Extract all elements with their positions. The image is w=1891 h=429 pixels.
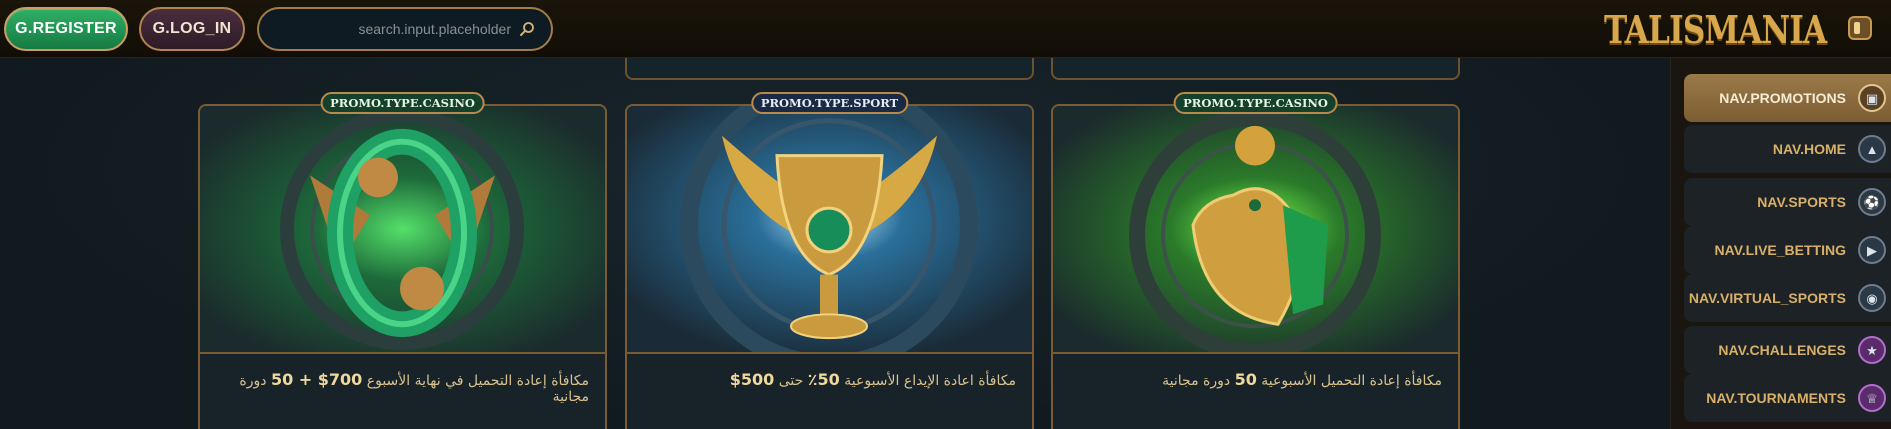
sidebar-item-promotions[interactable]: NAV.PROMOTIONS ▣ bbox=[1684, 74, 1891, 122]
promo-title: مكافأة اعادة الإيداع الأسبوعية 50٪ حتى 5… bbox=[729, 370, 1016, 389]
brand-logo[interactable]: TALISMANIA bbox=[1602, 4, 1832, 54]
promotions-grid: PROMO.TYPE.CASINO مكافأة إعادة التحميل ف… bbox=[0, 58, 1670, 429]
medal-icon: ★ bbox=[1858, 336, 1886, 364]
sidebar-item-sports[interactable]: NAV.SPORTS ⚽ bbox=[1684, 178, 1891, 226]
pyramid-icon: ▲ bbox=[1858, 135, 1886, 163]
promo-card[interactable]: PROMO.TYPE.SPORT مكافأة اعادة الإيداع ال… bbox=[625, 92, 1034, 429]
sidebar-item-home[interactable]: NAV.HOME ▲ bbox=[1684, 125, 1891, 173]
trophy-icon: ♕ bbox=[1858, 384, 1886, 412]
promo-image-falcon bbox=[1053, 106, 1458, 354]
promo-card[interactable]: PROMO.TYPE.CASINO مكافأة إعادة التحميل ف… bbox=[198, 92, 607, 429]
promo-image-serpent bbox=[200, 106, 605, 354]
search-icon[interactable] bbox=[519, 21, 535, 37]
sidebar-item-virtual-sports[interactable]: NAV.VIRTUAL_SPORTS ◉ bbox=[1684, 274, 1891, 322]
promo-type-badge: PROMO.TYPE.CASINO bbox=[320, 92, 485, 114]
promo-title: مكافأة إعادة التحميل الأسبوعية 50 دورة م… bbox=[1162, 370, 1442, 389]
register-button[interactable]: G.REGISTER bbox=[4, 7, 128, 51]
login-button[interactable]: G.LOG_IN bbox=[139, 7, 245, 51]
sidebar-nav: NAV.PROMOTIONS ▣ NAV.HOME ▲ NAV.SPORTS ⚽… bbox=[1670, 58, 1891, 429]
promo-card[interactable]: PROMO.TYPE.CASINO مكافأة إعادة التحميل ا… bbox=[1051, 92, 1460, 429]
promo-title: مكافأة إعادة التحميل في نهاية الأسبوع 70… bbox=[239, 370, 589, 405]
soccer-ball-icon: ⚽ bbox=[1858, 188, 1886, 216]
top-header: G.REGISTER G.LOG_IN TALISMANIA bbox=[0, 0, 1891, 58]
search-input[interactable] bbox=[281, 21, 511, 37]
previous-card-edge bbox=[625, 58, 1034, 80]
brand-name: TALISMANIA bbox=[1604, 6, 1827, 52]
sidebar-item-tournaments[interactable]: NAV.TOURNAMENTS ♕ bbox=[1684, 374, 1891, 422]
play-icon: ▶ bbox=[1858, 236, 1886, 264]
promo-type-badge: PROMO.TYPE.CASINO bbox=[1173, 92, 1338, 114]
gamepad-icon: ◉ bbox=[1858, 284, 1886, 312]
sidebar-toggle-button[interactable] bbox=[1848, 16, 1872, 40]
sidebar-item-challenges[interactable]: NAV.CHALLENGES ★ bbox=[1684, 326, 1891, 374]
promo-type-badge: PROMO.TYPE.SPORT bbox=[750, 92, 909, 114]
promo-image-cup bbox=[627, 106, 1032, 354]
previous-card-edge bbox=[1051, 58, 1460, 80]
sidebar-item-live-betting[interactable]: NAV.LIVE_BETTING ▶ bbox=[1684, 226, 1891, 274]
gift-box-icon: ▣ bbox=[1858, 84, 1886, 112]
search-box[interactable] bbox=[257, 7, 553, 51]
